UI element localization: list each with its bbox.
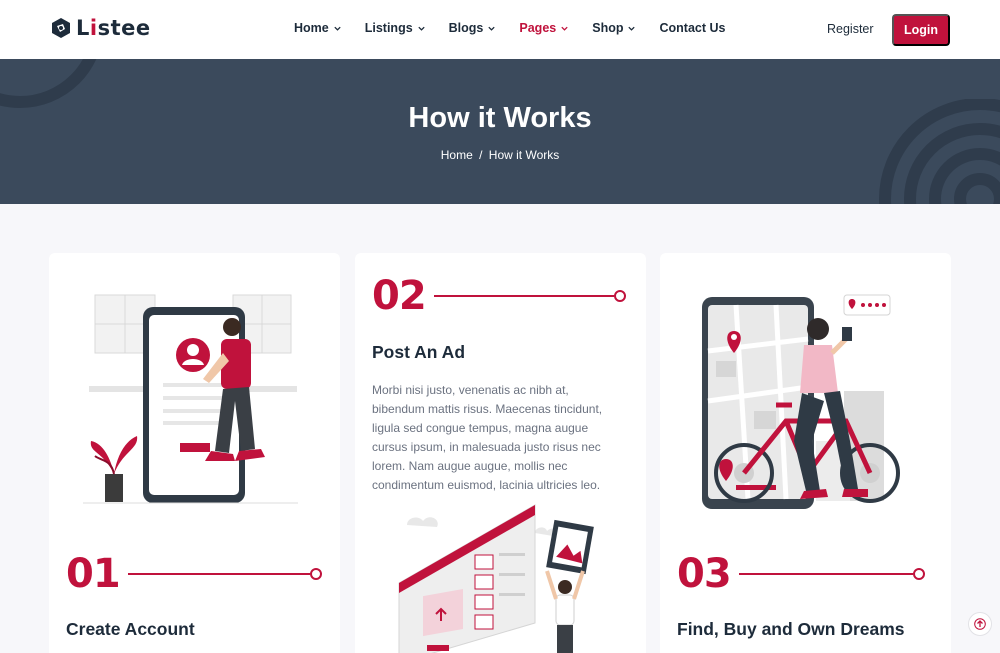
step-number: 01 — [66, 551, 121, 597]
nav-item-pages[interactable]: Pages — [519, 21, 569, 35]
breadcrumb-separator: / — [479, 148, 483, 162]
step-number-row: 03 — [677, 551, 925, 597]
register-link[interactable]: Register — [827, 22, 874, 36]
step-number: 03 — [677, 551, 732, 597]
nav-item-contact[interactable]: Contact Us — [659, 21, 725, 35]
map-bicycle-illustration — [702, 294, 900, 509]
step-title: Post An Ad — [372, 342, 466, 362]
main-nav: Home Listings Blogs Pages Shop Contact U… — [294, 21, 748, 35]
step-description: Morbi nisi justo, venenatis ac nibh at, … — [372, 383, 603, 492]
login-button[interactable]: Login — [892, 14, 950, 46]
brand-logo[interactable]: Listee — [50, 16, 151, 40]
logo-mark-icon — [52, 18, 70, 38]
step-line — [738, 573, 913, 575]
logo-text: Listee — [76, 16, 151, 40]
step-dot — [309, 568, 322, 580]
chevron-down-icon — [334, 26, 341, 31]
step-line — [433, 295, 614, 297]
step-number-row: 02 — [372, 273, 626, 319]
breadcrumb-current: How it Works — [488, 148, 560, 162]
step-number: 02 — [372, 273, 427, 319]
chevron-down-icon — [488, 26, 496, 31]
arrow-up-icon — [974, 618, 986, 630]
nav-item-shop[interactable]: Shop — [592, 21, 636, 35]
step-line — [127, 573, 310, 575]
step-dot — [912, 568, 925, 580]
step-card-find-buy: 03 Find, Buy and Own Dreams — [660, 253, 951, 653]
nav-item-blogs[interactable]: Blogs — [449, 21, 497, 35]
upload-ad-illustration — [398, 504, 594, 653]
page-hero: How it Works Home / How it Works — [0, 59, 1000, 204]
chevron-down-icon — [561, 26, 568, 31]
scroll-to-top-button[interactable] — [968, 612, 992, 636]
step-dot — [613, 290, 626, 302]
step-title: Create Account — [66, 619, 195, 639]
breadcrumb-home-link[interactable]: Home — [441, 148, 473, 162]
nav-item-listings[interactable]: Listings — [365, 21, 426, 35]
step-card-create-account: 01 Create Account — [49, 253, 340, 653]
page-title: How it Works — [408, 102, 592, 134]
breadcrumb: Home / How it Works — [0, 148, 1000, 162]
chevron-down-icon — [628, 26, 636, 31]
step-card-post-ad: 02 Post An Ad Morbi nisi justo, venenati… — [355, 253, 646, 653]
top-navbar: Listee Home Listings Blogs Pages Shop Co… — [0, 0, 1000, 59]
step-number-row: 01 — [66, 551, 322, 597]
signup-phone-illustration — [83, 294, 298, 504]
step-title: Find, Buy and Own Dreams — [677, 619, 905, 639]
nav-item-home[interactable]: Home — [294, 21, 342, 35]
chevron-down-icon — [418, 26, 425, 31]
